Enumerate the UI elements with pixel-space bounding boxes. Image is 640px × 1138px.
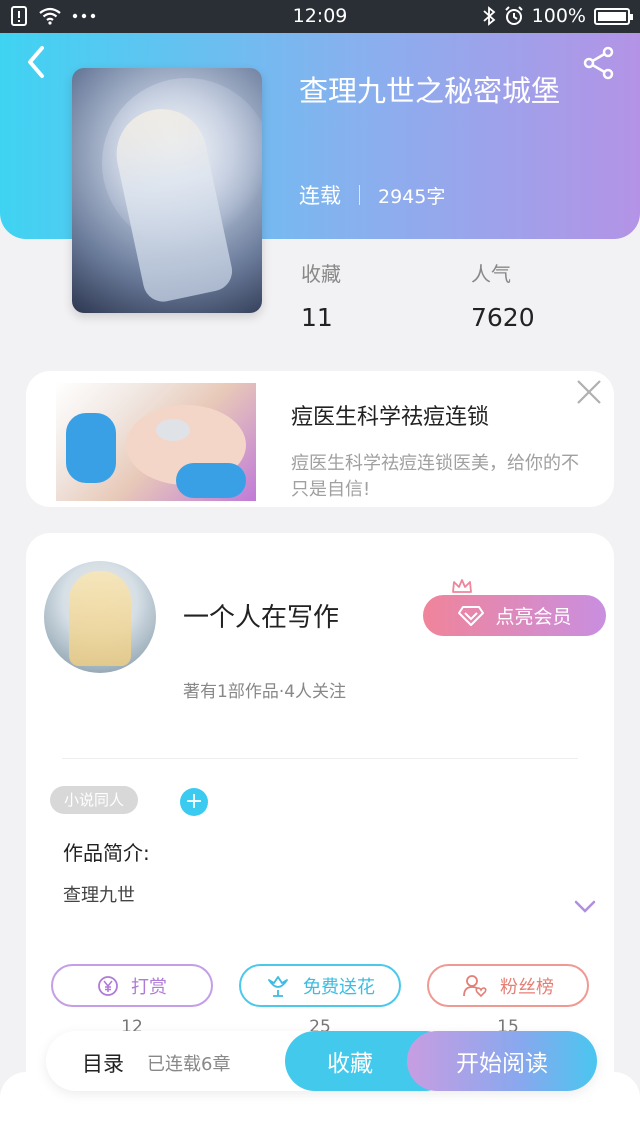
toc-button[interactable]: 目录: [82, 1048, 124, 1078]
author-stats: 著有1部作品·4人关注: [183, 682, 347, 702]
meta-divider: [359, 185, 360, 205]
stat-value: 11: [301, 303, 333, 332]
bottom-action-bar: 目录 已连载6章 收藏 开始阅读: [46, 1031, 597, 1091]
share-icon[interactable]: [582, 46, 616, 80]
stat-value: 7620: [471, 303, 535, 332]
author-name[interactable]: 一个人在写作: [183, 597, 339, 634]
user-heart-icon: [463, 974, 487, 997]
alarm-icon: [504, 6, 523, 25]
stat-popularity: 人气 7620: [471, 258, 535, 332]
close-icon[interactable]: [576, 379, 602, 405]
vip-button-label: 点亮会员: [495, 606, 572, 628]
send-flower-button[interactable]: 免费送花: [239, 964, 401, 1007]
avatar[interactable]: [44, 561, 156, 673]
book-title: 查理九世之秘密城堡: [299, 74, 561, 108]
ad-image-goggle: [156, 419, 190, 441]
vip-button[interactable]: 点亮会员: [423, 595, 606, 636]
status-bar: 12:09 100%: [0, 0, 640, 33]
stat-label: 收藏: [301, 262, 341, 286]
intro-title: 作品简介:: [63, 841, 150, 865]
ad-image-glove: [66, 413, 116, 483]
ad-image: [56, 383, 256, 501]
chevron-down-icon[interactable]: [574, 899, 596, 915]
ad-image-glove: [176, 463, 246, 498]
back-arrow-icon[interactable]: [20, 42, 54, 82]
stat-label: 人气: [471, 262, 511, 286]
intro-text: 查理九世: [63, 885, 135, 906]
battery-percent: 100%: [531, 5, 586, 27]
flower-icon: [268, 975, 288, 997]
book-status: 连载: [299, 184, 341, 208]
fan-ranking-label: 粉丝榜: [500, 976, 554, 998]
ad-description: 痘医生科学祛痘连锁医美，给你的不 只是自信!: [291, 451, 614, 503]
tip-button-label: 打赏: [131, 976, 167, 998]
ad-card[interactable]: 痘医生科学祛痘连锁 痘医生科学祛痘连锁医美，给你的不 只是自信!: [26, 371, 614, 507]
divider: [62, 758, 578, 759]
diamond-icon: [458, 605, 485, 626]
fan-ranking-button[interactable]: 粉丝榜: [427, 964, 589, 1007]
add-tag-button[interactable]: +: [180, 788, 208, 816]
chapter-count[interactable]: 已连载6章: [147, 1050, 230, 1076]
send-flower-label: 免费送花: [303, 976, 375, 998]
book-cover[interactable]: [72, 68, 262, 313]
author-card: 一个人在写作 著有1部作品·4人关注 点亮会员 小说同人 + 作品简介: 查理九…: [26, 533, 614, 1093]
crown-icon: [452, 579, 472, 593]
ad-description-line: 痘医生科学祛痘连锁医美，给你的不: [291, 453, 579, 474]
yen-coin-icon: [98, 975, 118, 996]
ad-description-line: 只是自信!: [291, 479, 371, 500]
ad-title: 痘医生科学祛痘连锁: [291, 405, 490, 430]
bluetooth-icon: [483, 6, 496, 26]
battery-icon: [594, 7, 633, 25]
stat-favorites: 收藏 11: [301, 258, 341, 332]
word-count: 2945字: [378, 185, 446, 208]
start-reading-label: 开始阅读: [456, 1051, 548, 1077]
tip-button[interactable]: 打赏: [51, 964, 213, 1007]
genre-tag[interactable]: 小说同人: [50, 786, 139, 814]
status-right-icons: 100%: [482, 5, 633, 27]
book-meta: 连载 2945字: [299, 180, 445, 210]
avatar-figure: [69, 571, 131, 666]
collect-button-label: 收藏: [327, 1051, 373, 1077]
start-reading-button[interactable]: 开始阅读: [407, 1031, 597, 1091]
